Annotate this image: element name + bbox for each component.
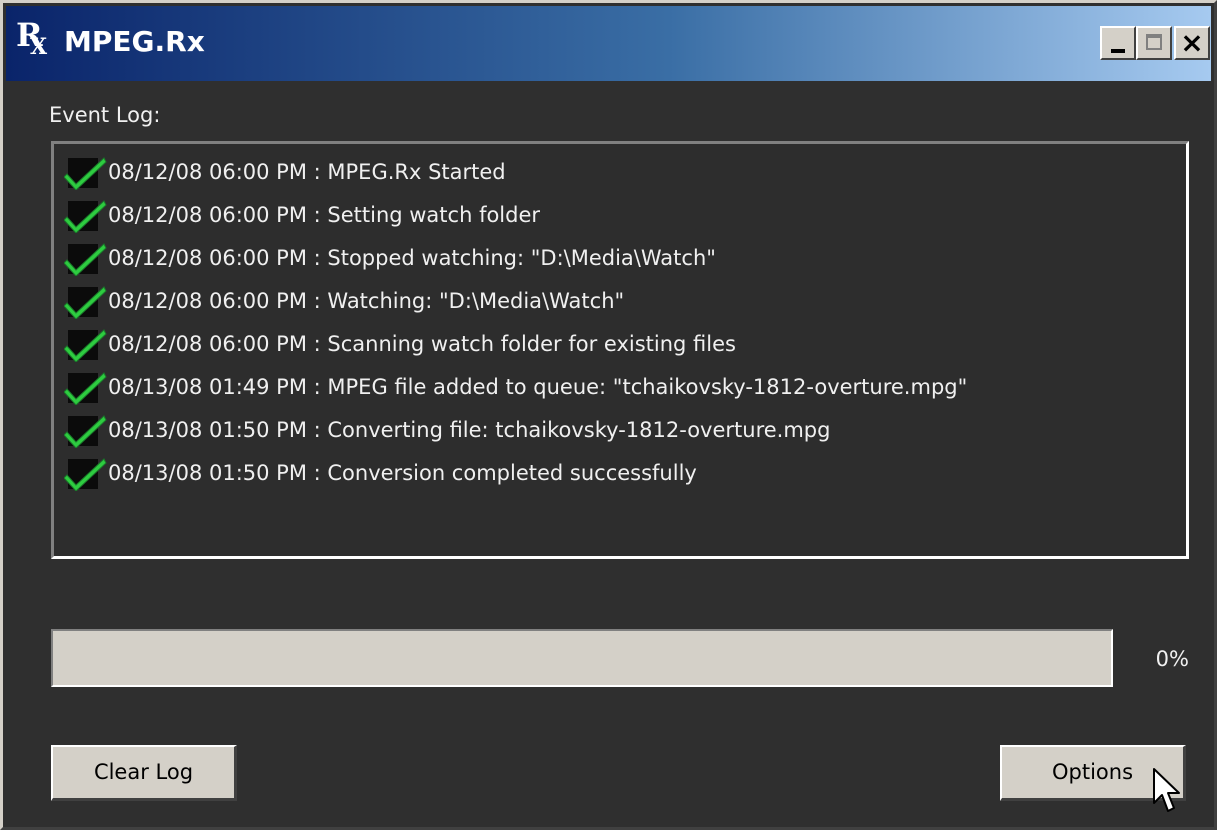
log-entry[interactable]: 08/13/08 01:50 PM : Conversion completed…	[64, 451, 1186, 494]
checkmark-icon	[64, 326, 108, 362]
app-window: R X MPEG.Rx × Event Log: 08/12/08 06:00 …	[0, 0, 1217, 830]
log-entry-text: 08/13/08 01:50 PM : Converting file: tch…	[108, 417, 831, 442]
log-entry[interactable]: 08/12/08 06:00 PM : Watching: "D:\Media\…	[64, 279, 1186, 322]
log-entry-text: 08/12/08 06:00 PM : Scanning watch folde…	[108, 331, 736, 356]
log-entry[interactable]: 08/13/08 01:49 PM : MPEG file added to q…	[64, 365, 1186, 408]
window-title: MPEG.Rx	[64, 25, 205, 58]
checkmark-icon	[64, 240, 108, 276]
log-entry-text: 08/12/08 06:00 PM : Stopped watching: "D…	[108, 245, 716, 270]
checkmark-icon	[64, 455, 108, 491]
minimize-icon	[1111, 49, 1125, 53]
close-button[interactable]: ×	[1174, 26, 1210, 60]
checkmark-icon	[64, 154, 108, 190]
progress-bar	[51, 629, 1113, 687]
maximize-icon	[1146, 34, 1162, 50]
checkmark-icon	[64, 283, 108, 319]
log-entry[interactable]: 08/12/08 06:00 PM : Stopped watching: "D…	[64, 236, 1186, 279]
log-entry-text: 08/13/08 01:49 PM : MPEG file added to q…	[108, 374, 968, 399]
log-entry[interactable]: 08/13/08 01:50 PM : Converting file: tch…	[64, 408, 1186, 451]
mouse-pointer-icon	[1152, 767, 1182, 819]
log-entry-text: 08/13/08 01:50 PM : Conversion completed…	[108, 460, 697, 485]
title-bar[interactable]: R X MPEG.Rx ×	[6, 6, 1211, 81]
event-log-list[interactable]: 08/12/08 06:00 PM : MPEG.Rx Started 08/12…	[51, 141, 1189, 559]
event-log-label: Event Log:	[49, 103, 161, 127]
clear-log-button[interactable]: Clear Log	[51, 745, 237, 801]
log-entry-text: 08/12/08 06:00 PM : MPEG.Rx Started	[108, 159, 506, 184]
log-entry[interactable]: 08/12/08 06:00 PM : Scanning watch folde…	[64, 322, 1186, 365]
minimize-button[interactable]	[1100, 26, 1136, 60]
log-entry-text: 08/12/08 06:00 PM : Watching: "D:\Media\…	[108, 288, 625, 313]
rx-app-icon: R X	[16, 16, 48, 60]
log-entry-text: 08/12/08 06:00 PM : Setting watch folder	[108, 202, 541, 227]
progress-percent: 0%	[1155, 647, 1189, 671]
log-entry[interactable]: 08/12/08 06:00 PM : MPEG.Rx Started	[64, 150, 1186, 193]
maximize-button[interactable]	[1136, 26, 1172, 60]
log-entry[interactable]: 08/12/08 06:00 PM : Setting watch folder	[64, 193, 1186, 236]
checkmark-icon	[64, 369, 108, 405]
close-icon: ×	[1180, 26, 1204, 59]
checkmark-icon	[64, 412, 108, 448]
checkmark-icon	[64, 197, 108, 233]
event-log-entries: 08/12/08 06:00 PM : MPEG.Rx Started 08/12…	[54, 144, 1186, 494]
